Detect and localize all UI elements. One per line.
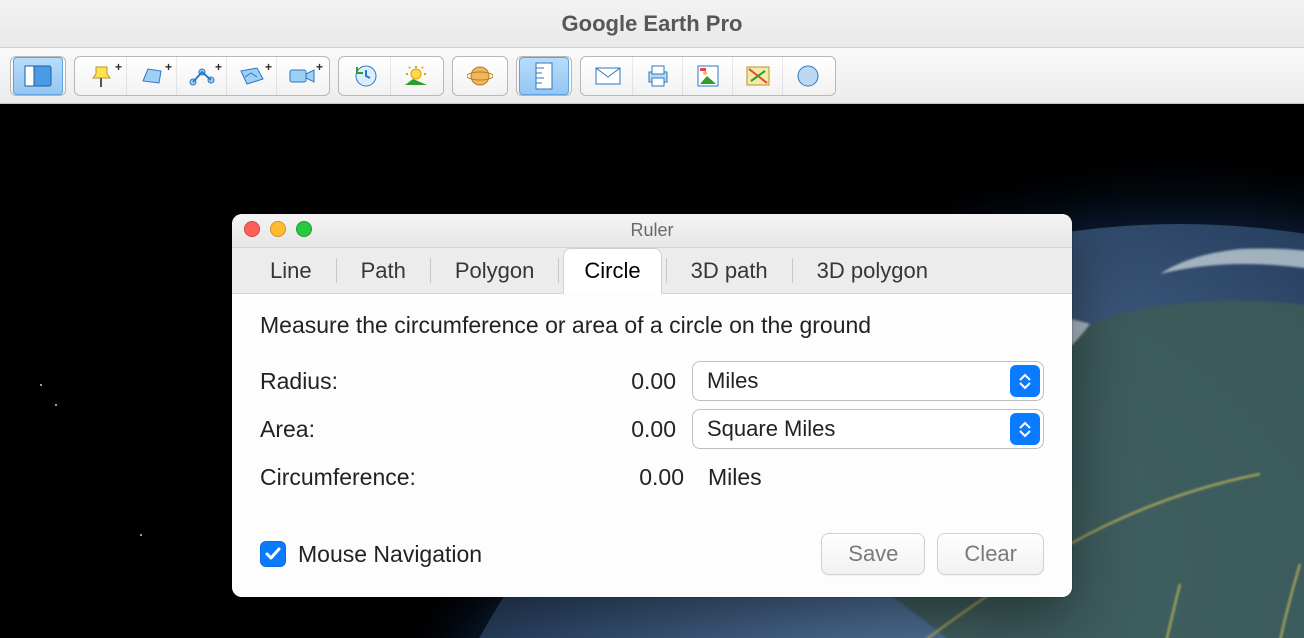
email-button[interactable] [583, 57, 633, 95]
tab-label: Polygon [455, 258, 535, 284]
ruler-description: Measure the circumference or area of a c… [260, 312, 1044, 339]
zoom-window-button[interactable] [296, 221, 312, 237]
add-placemark-button[interactable]: + [77, 57, 127, 95]
ruler-icon [535, 62, 553, 90]
row-radius: Radius: 0.00 Miles [260, 357, 1044, 405]
app-title: Google Earth Pro [562, 11, 743, 37]
plus-badge: + [316, 60, 323, 74]
ruler-tabs: Line Path Polygon Circle 3D path 3D poly… [232, 248, 1072, 294]
circumference-unit: Miles [700, 464, 762, 491]
chevron-updown-icon [1010, 413, 1040, 445]
area-unit-select[interactable]: Square Miles [692, 409, 1044, 449]
sunlight-button[interactable] [391, 57, 441, 95]
area-label: Area: [260, 416, 486, 443]
mouse-navigation-label: Mouse Navigation [298, 541, 482, 568]
globe-flat-icon [796, 64, 820, 88]
path-icon [188, 65, 216, 87]
save-image-icon [696, 64, 720, 88]
map-viewport[interactable]: Ruler Line Path Polygon Circle 3D path 3… [0, 104, 1304, 638]
sidebar-toggle-button[interactable] [13, 57, 63, 95]
main-toolbar: + + + + + [0, 48, 1304, 104]
tab-label: Line [270, 258, 312, 284]
chevron-updown-icon [1010, 365, 1040, 397]
area-unit-value: Square Miles [707, 416, 835, 442]
planets-button[interactable] [455, 57, 505, 95]
planet-icon [467, 63, 493, 89]
window-titlebar: Google Earth Pro [0, 0, 1304, 48]
historical-imagery-button[interactable] [341, 57, 391, 95]
sign-in-button[interactable] [783, 57, 833, 95]
add-polygon-button[interactable]: + [127, 57, 177, 95]
print-button[interactable] [633, 57, 683, 95]
tab-line[interactable]: Line [250, 248, 332, 293]
tab-label: Circle [584, 258, 640, 284]
circumference-value: 0.00 [500, 464, 690, 491]
tab-polygon[interactable]: Polygon [435, 248, 555, 293]
ruler-panel-body: Measure the circumference or area of a c… [232, 294, 1072, 523]
plus-badge: + [115, 60, 122, 74]
ruler-panel-title: Ruler [630, 220, 673, 241]
plus-badge: + [215, 60, 222, 74]
view-in-maps-button[interactable] [733, 57, 783, 95]
radius-label: Radius: [260, 368, 486, 395]
row-circumference: Circumference: 0.00 Miles [260, 453, 1044, 501]
ruler-panel-footer: Mouse Navigation Save Clear [232, 523, 1072, 597]
mouse-navigation-checkbox[interactable] [260, 541, 286, 567]
video-camera-icon [288, 66, 316, 86]
sun-icon [403, 65, 429, 87]
clear-button[interactable]: Clear [937, 533, 1044, 575]
ruler-button[interactable] [519, 57, 569, 95]
print-icon [645, 64, 671, 88]
pushpin-icon [89, 63, 115, 89]
save-image-button[interactable] [683, 57, 733, 95]
minimize-window-button[interactable] [270, 221, 286, 237]
tab-3d-path[interactable]: 3D path [671, 248, 788, 293]
window-controls [244, 221, 312, 237]
tab-label: 3D path [691, 258, 768, 284]
image-overlay-icon [238, 65, 266, 87]
clock-icon [353, 63, 379, 89]
tab-path[interactable]: Path [341, 248, 426, 293]
polygon-icon [139, 65, 165, 87]
ruler-panel-titlebar[interactable]: Ruler [232, 214, 1072, 248]
area-value: 0.00 [496, 416, 682, 443]
check-icon [265, 546, 281, 562]
close-window-button[interactable] [244, 221, 260, 237]
add-path-button[interactable]: + [177, 57, 227, 95]
tab-label: Path [361, 258, 406, 284]
ruler-panel: Ruler Line Path Polygon Circle 3D path 3… [232, 214, 1072, 597]
record-tour-button[interactable]: + [277, 57, 327, 95]
circumference-label: Circumference: [260, 464, 490, 491]
clear-button-label: Clear [964, 541, 1017, 567]
row-area: Area: 0.00 Square Miles [260, 405, 1044, 453]
radius-unit-value: Miles [707, 368, 758, 394]
save-button-label: Save [848, 541, 898, 567]
email-icon [594, 66, 622, 86]
add-image-overlay-button[interactable]: + [227, 57, 277, 95]
radius-unit-select[interactable]: Miles [692, 361, 1044, 401]
save-button[interactable]: Save [821, 533, 925, 575]
tab-label: 3D polygon [817, 258, 928, 284]
sidebar-icon [24, 65, 52, 87]
plus-badge: + [165, 60, 172, 74]
maps-icon [745, 65, 771, 87]
tab-circle[interactable]: Circle [563, 248, 661, 294]
tab-3d-polygon[interactable]: 3D polygon [797, 248, 948, 293]
radius-value: 0.00 [496, 368, 682, 395]
plus-badge: + [265, 60, 272, 74]
